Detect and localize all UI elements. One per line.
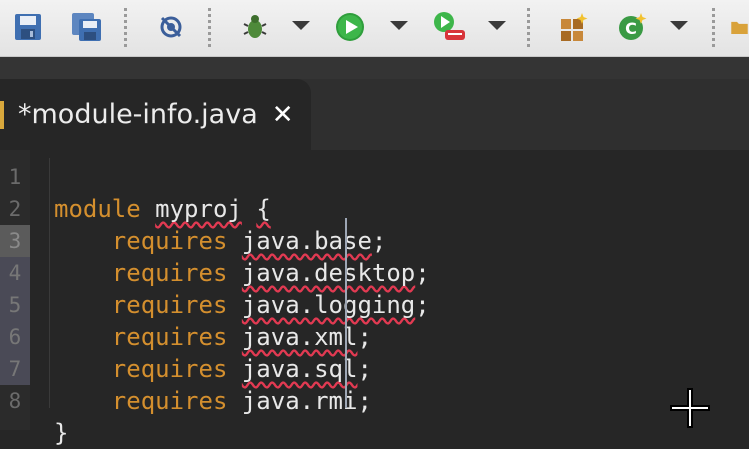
code-token: java.sql (241, 355, 358, 383)
external-tool-dropdown-arrow[interactable] (488, 21, 506, 30)
toolbar-separator (712, 8, 715, 48)
save-all-icon[interactable] (68, 8, 106, 46)
line-number: 1 (8, 165, 22, 189)
code-token: java.logging (241, 291, 416, 319)
open-folder-icon[interactable] (730, 8, 749, 46)
save-icon[interactable] (10, 8, 46, 46)
line-number: 7 (0, 353, 30, 385)
code-token: ; (415, 259, 430, 287)
code-token: myproj (155, 195, 242, 223)
keyword-token: module (54, 195, 141, 223)
code-line: } (54, 417, 68, 449)
new-class-dropdown-arrow[interactable] (670, 21, 688, 30)
code-line: requires java.base; (54, 225, 387, 257)
code-line: requires java.xml; (54, 321, 372, 353)
new-java-class-icon[interactable]: C (614, 8, 650, 46)
tab-active-indicator (0, 101, 4, 129)
code-token: ; (415, 291, 430, 319)
gutter-divider (49, 158, 50, 408)
run-external-tool-icon[interactable] (430, 8, 468, 46)
code-token: java.rmi (241, 387, 358, 415)
keyword-token: requires (111, 227, 228, 255)
code-token: ; (371, 227, 387, 255)
debug-icon[interactable] (238, 8, 272, 46)
new-java-package-icon[interactable] (556, 8, 592, 46)
line-number: 8 (8, 389, 22, 413)
code-token: java.base (241, 227, 372, 255)
svg-text:C: C (625, 19, 637, 38)
code-editor[interactable]: 1 2 34567 8 module myproj { requires java.b… (0, 150, 749, 447)
line-number: 5 (0, 289, 30, 321)
debug-dropdown-arrow[interactable] (292, 21, 310, 30)
code-line: module myproj { (54, 193, 271, 225)
code-token: ; (357, 323, 372, 351)
code-line: requires java.desktop; (54, 257, 430, 289)
code-token: java.desktop (241, 259, 416, 287)
toolbar-separator (527, 8, 530, 48)
code-token: ; (357, 387, 372, 415)
line-number: 2 (8, 197, 22, 221)
code-token: { (256, 195, 271, 223)
run-dropdown-arrow[interactable] (390, 21, 408, 30)
line-number-gutter: 1 2 34567 8 (0, 150, 30, 430)
block-selection-caret (345, 218, 347, 408)
line-number: 6 (0, 321, 30, 353)
keyword-token: requires (111, 323, 228, 351)
toolbar-separator (124, 8, 127, 48)
tab-title: *module-info.java (18, 99, 258, 130)
editor-tab-module-info[interactable]: *module-info.java ✕ (0, 79, 311, 150)
keyword-token: requires (111, 259, 228, 287)
toolbar-gap (0, 57, 749, 79)
skip-breakpoints-icon[interactable] (154, 8, 188, 46)
close-icon[interactable]: ✕ (272, 100, 294, 130)
line-number: 4 (0, 257, 30, 289)
keyword-token: requires (111, 387, 228, 415)
keyword-token: requires (111, 291, 228, 319)
editor-tab-bar: *module-info.java ✕ (0, 79, 749, 150)
run-icon[interactable] (333, 8, 367, 46)
keyword-token: requires (111, 355, 228, 383)
crosshair-cursor-icon (670, 388, 710, 428)
main-toolbar: C (0, 0, 749, 57)
code-line: requires java.rmi; (54, 385, 372, 417)
code-token: java.xml (241, 323, 358, 351)
code-line: requires java.logging; (54, 289, 430, 321)
code-token: } (54, 419, 69, 447)
toolbar-separator (208, 8, 211, 48)
line-number: 3 (0, 225, 30, 257)
code-token: ; (357, 355, 372, 383)
code-line: requires java.sql; (54, 353, 372, 385)
